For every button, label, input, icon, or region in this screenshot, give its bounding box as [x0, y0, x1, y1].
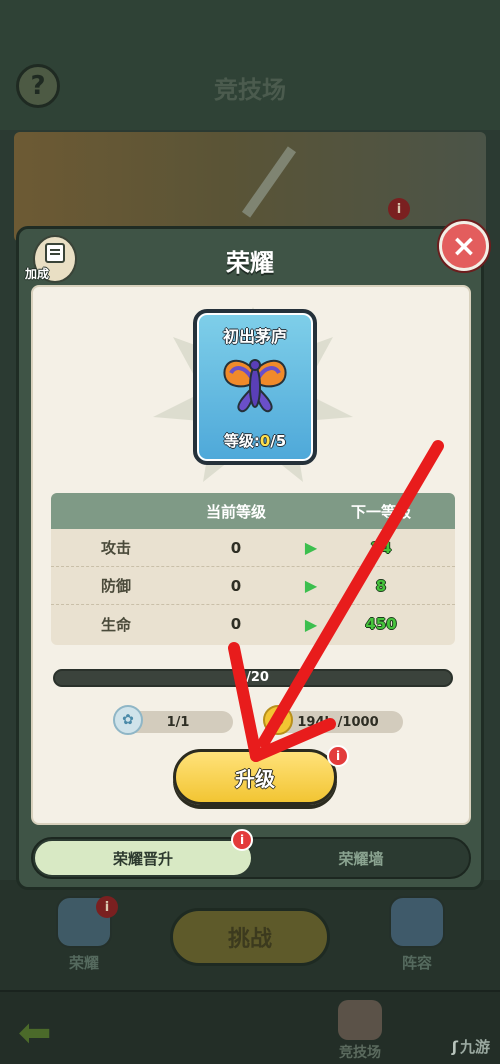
green-arrow-icon: ▶ [304, 576, 318, 595]
dialog-panel: 初出茅庐 等级:0/5 当前等级 下一等级 攻击 0 ▶ 24 防御 0 ▶ 8… [31, 285, 471, 825]
stats-header: 当前等级 下一等级 [51, 493, 455, 529]
banner-notice-badge: i [388, 198, 410, 220]
arena-nav-icon [338, 1000, 382, 1040]
watermark-logo-icon: ʃ [451, 1038, 458, 1056]
green-arrow-icon: ▶ [304, 538, 318, 557]
header-next-level: 下一等级 [350, 502, 411, 521]
level-max: 5 [275, 432, 287, 450]
header-current-level: 当前等级 [205, 502, 266, 521]
versus-slash-icon [241, 146, 297, 218]
tab-notice-badge: i [231, 829, 253, 851]
close-icon: × [451, 228, 477, 264]
progress-text: 0/20 [237, 670, 269, 685]
stat-row-defense: 防御 0 ▶ 8 [51, 567, 455, 605]
green-arrow-icon: ▶ [304, 614, 318, 634]
stat-name: 防御 [100, 577, 131, 595]
lineup-tab-icon [389, 896, 445, 948]
tab-honor-wall[interactable]: 荣耀墙 [253, 839, 469, 877]
lineup-tab-label: 阵容 [401, 954, 432, 972]
stat-row-attack: 攻击 0 ▶ 24 [51, 529, 455, 567]
stat-name: 攻击 [100, 539, 131, 557]
arena-title: 竞技场 [214, 76, 286, 104]
stat-next: 24 [370, 538, 392, 557]
watermark-text: 九游 [459, 1038, 490, 1056]
stat-current: 0 [230, 615, 242, 633]
challenge-button[interactable]: 挑战 [170, 908, 330, 966]
stats-table: 当前等级 下一等级 攻击 0 ▶ 24 防御 0 ▶ 8 生命 0 ▶ 450 [51, 493, 455, 645]
stat-current: 0 [230, 538, 242, 557]
upgrade-button[interactable]: 升级 [173, 749, 337, 805]
rank-level: 等级:0/5 [197, 430, 313, 451]
honor-dialog: 加成 荣耀 × 初出茅庐 等级:0/5 当前等级 下一等级 攻击 0 ▶ 24 … [16, 221, 489, 890]
bottom-nav [0, 990, 500, 1064]
rank-name: 初出茅庐 [222, 327, 287, 346]
butterfly-icon [223, 359, 287, 413]
stat-next: 450 [365, 615, 397, 633]
stat-name: 生命 [100, 615, 131, 634]
arena-nav-tab[interactable]: 竞技场 [320, 1000, 400, 1062]
level-current: 0 [259, 432, 271, 450]
back-arrow-icon[interactable]: ⬅ [18, 1010, 52, 1056]
stat-next: 8 [375, 576, 387, 595]
close-button[interactable]: × [439, 221, 489, 271]
dialog-title: 荣耀 [226, 249, 274, 277]
level-prefix: 等级: [223, 432, 260, 450]
progress-bar: 0/20 [53, 669, 453, 687]
top-bar: ? 竞技场 [0, 0, 500, 130]
arena-nav-label: 竞技场 [339, 1045, 381, 1061]
honor-tab-label: 荣耀 [68, 954, 99, 972]
stat-current: 0 [230, 576, 242, 595]
watermark: ʃ 九游 [452, 1036, 490, 1057]
honor-tab-badge: i [96, 896, 118, 918]
upgrade-notice-badge: i [327, 745, 349, 767]
stat-row-hp: 生命 0 ▶ 450 [51, 605, 455, 643]
lineup-tab[interactable]: 阵容 [382, 896, 452, 973]
medal-icon: ✿ [113, 705, 143, 735]
coin-icon: ● [263, 705, 293, 735]
honor-rank-card: 初出茅庐 等级:0/5 [193, 309, 317, 465]
tab-honor-promotion[interactable]: 荣耀晋升 [33, 839, 253, 877]
